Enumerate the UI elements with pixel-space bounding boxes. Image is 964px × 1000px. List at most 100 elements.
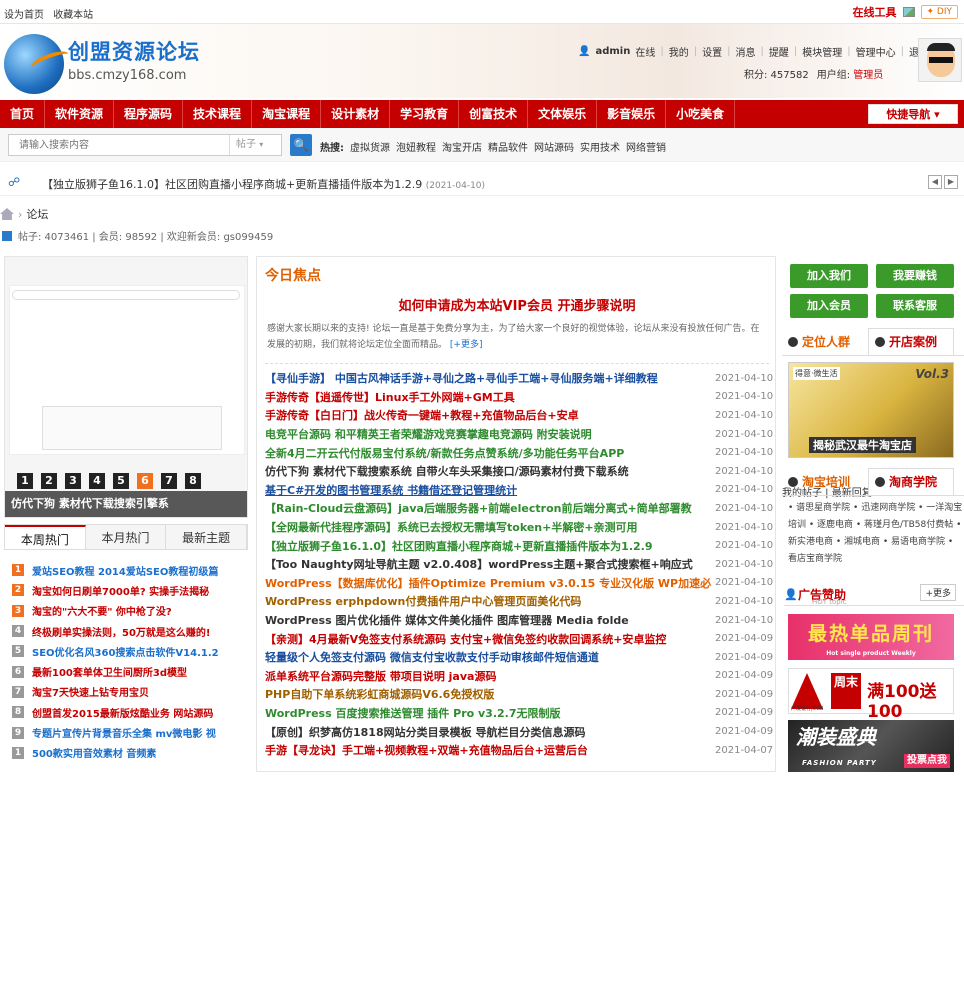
join-member-button[interactable]: 加入会员 bbox=[790, 294, 868, 318]
nav-item-media[interactable]: 影音娱乐 bbox=[597, 100, 667, 128]
thread-row[interactable]: 仿代下狗 素材代下载搜索系统 自带火车头采集接口/源码素材付费下载系统 2021-… bbox=[265, 462, 775, 481]
list-item[interactable]: 3 淘宝的"六大不要" 你中枪了没? bbox=[12, 601, 248, 621]
thread-row[interactable]: 【寻仙手游】 中国古风神话手游+寻仙之路+寻仙手工端+寻仙服务端+详细教程 202… bbox=[265, 369, 775, 388]
diy-button[interactable]: ✦ DIY bbox=[920, 5, 958, 19]
thread-row[interactable]: 【原创】织梦高仿1818网站分类目录模板 导航栏目分类信息源码 2021-04-0… bbox=[265, 722, 775, 741]
announcement-text[interactable]: 【独立版狮子鱼16.1.0】社区团购直播小程序商城+更新直播插件版本为1.2.9… bbox=[42, 176, 485, 192]
hot-term[interactable]: 泡妞教程 bbox=[396, 139, 436, 154]
thread-title[interactable]: 【Too Naughty网址导航主题 v2.0.408】wordPress主题+… bbox=[265, 556, 711, 572]
slider-page[interactable]: 1 bbox=[17, 473, 33, 489]
ad-fashion-party[interactable]: 潮装盛典 FASHION PARTY 投票点我 bbox=[788, 720, 954, 772]
group-value[interactable]: 管理员 bbox=[853, 70, 883, 81]
nav-item-sports[interactable]: 文体娱乐 bbox=[528, 100, 598, 128]
slider-caption[interactable]: 仿代下狗 素材代下载搜索引擎系 bbox=[5, 491, 247, 517]
thread-row[interactable]: 基于C#开发的图书管理系统 书籍借还登记管理统计 2021-04-10 bbox=[265, 481, 775, 500]
thread-title[interactable]: 【Rain-Cloud云盘源码】java后端服务器+前端electron前后端分… bbox=[265, 500, 711, 516]
ad-bank-promo[interactable]: 广发银行|CGB 周末 满100送100 bbox=[788, 668, 954, 722]
thread-row[interactable]: 手游【寻龙诀】手工端+视频教程+双端+充值物品后台+运营后台 2021-04-07 bbox=[265, 741, 775, 760]
username-link[interactable]: admin bbox=[595, 46, 630, 57]
nav-item-tech-courses[interactable]: 技术课程 bbox=[183, 100, 253, 128]
announcement-title[interactable]: 【独立版狮子鱼16.1.0】社区团购直播小程序商城+更新直播插件版本为1.2.9 bbox=[42, 178, 422, 191]
list-item-title[interactable]: 淘宝如何日刷单7000单? 实操手法揭秘 bbox=[32, 583, 209, 598]
ad-banner-taobao[interactable]: 得意·微生活 Vol.3 揭秘武汉最牛淘宝店 bbox=[788, 362, 954, 458]
slider-page[interactable]: 4 bbox=[89, 473, 105, 489]
list-item[interactable]: 6 最新100套单体卫生间厨所3d模型 bbox=[12, 661, 248, 681]
image-icon[interactable] bbox=[902, 7, 915, 17]
nav-item-wealth[interactable]: 创富技术 bbox=[459, 100, 529, 128]
prev-arrow-icon[interactable]: ◀ bbox=[928, 175, 942, 189]
thread-title[interactable]: 【独立版狮子鱼16.1.0】社区团购直播小程序商城+更新直播插件版本为1.2.9 bbox=[265, 538, 711, 554]
list-item[interactable]: 1 500款实用音效素材 音频素 bbox=[12, 743, 248, 763]
list-item-title[interactable]: 500款实用音效素材 音频素 bbox=[32, 745, 156, 760]
list-item[interactable]: 8 创盟首发2015最新版炫酷业务 网站源码 bbox=[12, 702, 248, 722]
thread-title[interactable]: 手游【寻龙诀】手工端+视频教程+双端+充值物品后台+运营后台 bbox=[265, 742, 711, 758]
thread-title[interactable]: 仿代下狗 素材代下载搜索系统 自带火车头采集接口/源码素材付费下载系统 bbox=[265, 463, 711, 479]
join-us-button[interactable]: 加入我们 bbox=[790, 264, 868, 288]
thread-row[interactable]: 【独立版狮子鱼16.1.0】社区团购直播小程序商城+更新直播插件版本为1.2.9… bbox=[265, 536, 775, 555]
thread-title[interactable]: 【寻仙手游】 中国古风神话手游+寻仙之路+寻仙手工端+寻仙服务端+详细教程 bbox=[265, 370, 711, 386]
thread-title[interactable]: WordPress 图片优化插件 媒体文件美化插件 图库管理器 Media fo… bbox=[265, 612, 711, 628]
slider-page[interactable]: 3 bbox=[65, 473, 81, 489]
vote-button[interactable]: 投票点我 bbox=[904, 754, 950, 768]
nav-item-home[interactable]: 首页 bbox=[0, 100, 46, 128]
slider-page[interactable]: 8 bbox=[185, 473, 201, 489]
search-type-select[interactable]: 帖子 ▾ bbox=[229, 135, 281, 155]
logo-title[interactable]: 创盟资源论坛 bbox=[68, 36, 200, 66]
list-item-title[interactable]: 终极刷单实操法则，50万就是这么赚的! bbox=[32, 624, 210, 639]
thread-title[interactable]: 【原创】织梦高仿1818网站分类目录模板 导航栏目分类信息源码 bbox=[265, 724, 711, 740]
thread-title[interactable]: WordPress【数据库优化】插件Optimize Premium v3.0.… bbox=[265, 575, 711, 591]
hot-term[interactable]: 精品软件 bbox=[488, 139, 528, 154]
thread-row[interactable]: WordPress 图片优化插件 媒体文件美化插件 图库管理器 Media fo… bbox=[265, 611, 775, 630]
thread-row[interactable]: 手游传奇【逍遥传世】Linux手工外网端+GM工具 2021-04-10 bbox=[265, 388, 775, 407]
thread-row[interactable]: 【亲测】4月最新V免签支付系统源码 支付宝+微信免签约收款回调系统+安卓监控 20… bbox=[265, 629, 775, 648]
thread-title[interactable]: 轻量级个人免签支付源码 微信支付宝收款支付手动审核邮件短信通道 bbox=[265, 649, 711, 665]
tab-taobao-academy[interactable]: 淘商学院 bbox=[868, 468, 954, 495]
tab-target-audience[interactable]: 定位人群 bbox=[782, 328, 868, 355]
hot-term[interactable]: 实用技术 bbox=[580, 139, 620, 154]
list-item-title[interactable]: 淘宝7天快速上钻专用宝贝 bbox=[32, 684, 149, 699]
slider-page-active[interactable]: 6 bbox=[137, 473, 153, 489]
hot-term[interactable]: 虚拟货源 bbox=[350, 139, 390, 154]
thread-title[interactable]: 基于C#开发的图书管理系统 书籍借还登记管理统计 bbox=[265, 482, 711, 498]
nav-item-design[interactable]: 设计素材 bbox=[321, 100, 391, 128]
thread-title[interactable]: WordPress 百度搜索推送管理 插件 Pro v3.2.7无限制版 bbox=[265, 705, 711, 721]
thread-row[interactable]: PHP自助下单系统彩虹商城源码V6.6免授权版 2021-04-09 bbox=[265, 685, 775, 704]
thread-title[interactable]: 电竞平台源码 和平精英王者荣耀游戏竞赛掌趣电竞源码 附安装说明 bbox=[265, 426, 711, 442]
thread-row[interactable]: WordPress 百度搜索推送管理 插件 Pro v3.2.7无限制版 2021… bbox=[265, 704, 775, 723]
tab-latest[interactable]: 最新主题 bbox=[166, 525, 248, 549]
search-button[interactable]: 🔍 bbox=[290, 134, 312, 156]
slider-page[interactable]: 2 bbox=[41, 473, 57, 489]
thread-row[interactable]: 手游传奇【白日门】战火传奇一键端+教程+充值物品后台+安卓 2021-04-10 bbox=[265, 406, 775, 425]
thread-row[interactable]: WordPress erphpdown付费插件用户中心管理页面美化代码 2021-… bbox=[265, 592, 775, 611]
thread-row[interactable]: 电竞平台源码 和平精英王者荣耀游戏竞赛掌趣电竞源码 附安装说明 2021-04-1… bbox=[265, 425, 775, 444]
hot-term[interactable]: 网站源码 bbox=[534, 139, 574, 154]
thread-title[interactable]: 手游传奇【逍遥传世】Linux手工外网端+GM工具 bbox=[265, 389, 711, 405]
taobao-links[interactable]: • 谱思星商学院 • 迅速网商学院 • 一洋淘宝培训 • 逐鹿电商 • 蒋瑾月色… bbox=[788, 500, 964, 568]
ad-hot-weekly[interactable]: 最热单品周刊 Hot single product Weekly bbox=[788, 614, 954, 660]
points-value[interactable]: 积分: 457582 bbox=[744, 66, 809, 81]
list-item-title[interactable]: SEO优化名风360搜索点击软件V14.1.2 bbox=[32, 644, 219, 659]
tab-monthly-hot[interactable]: 本月热门 bbox=[86, 525, 167, 549]
thread-row[interactable]: 轻量级个人免签支付源码 微信支付宝收款支付手动审核邮件短信通道 2021-04-0… bbox=[265, 648, 775, 667]
search-input[interactable] bbox=[9, 135, 229, 155]
thread-row[interactable]: 【全网最新代挂程序源码】系统已去授权无需填写token+半解密+亲测可用 2021… bbox=[265, 518, 775, 537]
sponsor-more-link[interactable]: +更多 bbox=[920, 584, 956, 601]
nav-item-software[interactable]: 软件资源 bbox=[45, 100, 115, 128]
quick-nav-button[interactable]: 快捷导航 ▾ bbox=[868, 104, 958, 124]
thread-title[interactable]: 手游传奇【白日门】战火传奇一键端+教程+充值物品后台+安卓 bbox=[265, 407, 711, 423]
tab-taobao-training[interactable]: 淘宝培训 bbox=[782, 468, 868, 495]
list-item[interactable]: 7 淘宝7天快速上钻专用宝贝 bbox=[12, 682, 248, 702]
thread-row[interactable]: WordPress【数据库优化】插件Optimize Premium v3.0.… bbox=[265, 574, 775, 593]
tab-store-cases[interactable]: 开店案例 bbox=[868, 328, 954, 355]
admin-center-link[interactable]: 管理中心 bbox=[856, 44, 896, 59]
slider-page[interactable]: 7 bbox=[161, 473, 177, 489]
list-item[interactable]: 1 爱站SEO教程 2014爱站SEO教程初级篇 bbox=[12, 560, 248, 580]
nav-item-food[interactable]: 小吃美食 bbox=[666, 100, 736, 128]
thread-title[interactable]: 【亲测】4月最新V免签支付系统源码 支付宝+微信免签约收款回调系统+安卓监控 bbox=[265, 631, 711, 647]
reminders-link[interactable]: 提醒 bbox=[769, 44, 789, 59]
list-item-title[interactable]: 最新100套单体卫生间厨所3d模型 bbox=[32, 664, 187, 679]
settings-link[interactable]: 设置 bbox=[702, 44, 722, 59]
hot-term[interactable]: 淘宝开店 bbox=[442, 139, 482, 154]
thread-row[interactable]: 全新4月二开云代付版易宝付系统/新款任务点赞系统/多功能任务平台APP 2021-… bbox=[265, 443, 775, 462]
contact-service-button[interactable]: 联系客服 bbox=[876, 294, 954, 318]
